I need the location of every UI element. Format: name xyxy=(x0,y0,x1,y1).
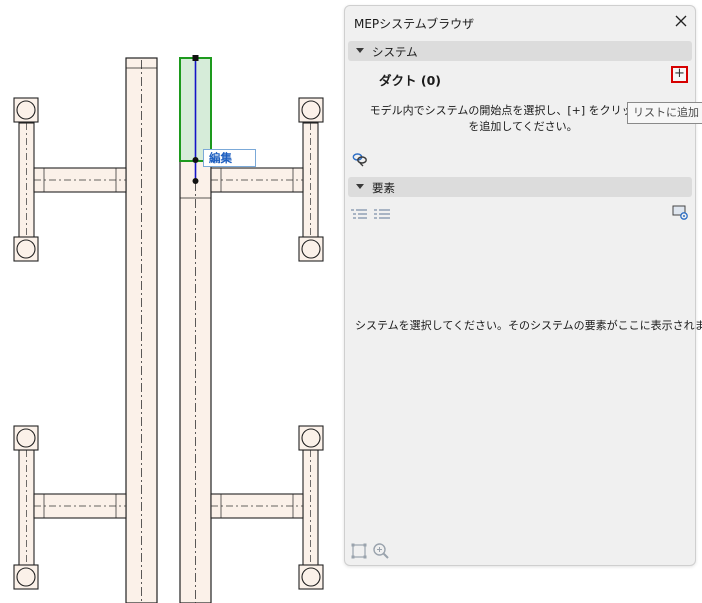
duct-branch-upper-left[interactable] xyxy=(13,97,127,262)
zoom-to-icon[interactable] xyxy=(372,542,390,564)
duct-trunk-left[interactable] xyxy=(125,57,158,603)
list-tree-icon[interactable] xyxy=(350,207,368,226)
duct-branch-lower-left[interactable] xyxy=(13,425,127,590)
select-frame-icon[interactable] xyxy=(350,542,368,564)
palette-title: MEPシステムブラウザ xyxy=(354,17,475,31)
palette-titlebar[interactable]: MEPシステムブラウザ xyxy=(345,6,695,38)
elements-section-header[interactable]: 要素 xyxy=(348,177,692,197)
mep-system-browser-palette: MEPシステムブラウザ システム ダクト (0) + モデル内でシステムの開始点… xyxy=(344,5,702,566)
settings-icon[interactable] xyxy=(672,205,690,225)
duct-group-label[interactable]: ダクト (0) xyxy=(379,70,441,89)
list-flat-icon[interactable] xyxy=(373,207,391,226)
collapse-triangle-icon xyxy=(356,48,364,53)
system-section-header[interactable]: システム xyxy=(348,41,692,61)
edit-label[interactable]: 編集 xyxy=(203,149,256,167)
system-section-label: システム xyxy=(372,45,418,59)
collapse-triangle-icon xyxy=(356,184,364,189)
duct-branch-upper-right[interactable] xyxy=(210,97,324,262)
add-to-list-button[interactable]: + xyxy=(671,66,688,83)
empty-elements-message: システムを選択してください。そのシステムの要素がここに表示されます。 xyxy=(355,319,702,332)
link-systems-icon[interactable] xyxy=(351,150,369,172)
add-button-tooltip: リストに追加 xyxy=(627,102,702,124)
close-icon[interactable] xyxy=(673,13,689,29)
elements-section-label: 要素 xyxy=(372,181,395,195)
duct-branch-lower-right[interactable] xyxy=(210,425,324,590)
